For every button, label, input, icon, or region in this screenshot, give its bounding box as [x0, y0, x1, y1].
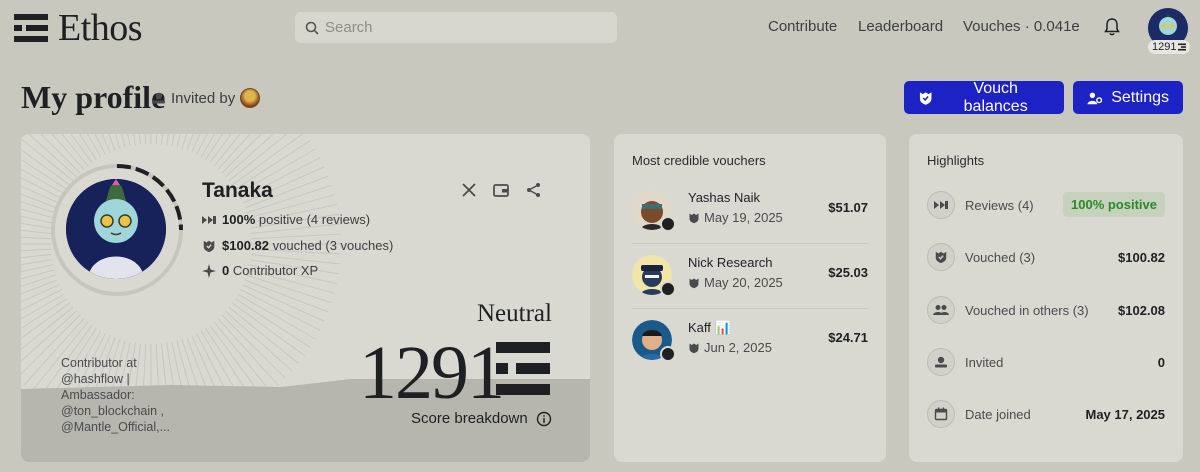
divider [632, 243, 868, 244]
highlights-title: Highlights [927, 153, 985, 168]
divider [632, 308, 868, 309]
share-icon[interactable] [525, 181, 543, 199]
voucher-amount: $51.07 [828, 200, 868, 215]
bell-icon[interactable] [1103, 17, 1121, 37]
reviews-icon [202, 215, 216, 224]
vouch-icon [203, 240, 215, 252]
voucher-date: May 19, 2025 [688, 210, 783, 225]
vouched-stat: $100.82 vouched (3 vouches) [202, 238, 393, 253]
info-icon[interactable] [536, 411, 552, 427]
user-gear-icon [1087, 92, 1103, 104]
voucher-item[interactable]: Kaff 📊 Jun 2, 2025 $24.71 [632, 312, 868, 376]
avatar-image-icon [66, 179, 166, 279]
settings-label: Settings [1111, 88, 1169, 106]
highlight-value: 0 [1157, 355, 1165, 370]
vouched-amount: $100.82 [222, 238, 269, 253]
vouched-text: vouched (3 vouches) [272, 238, 394, 253]
ethos-mark-icon [1178, 43, 1187, 51]
voucher-item[interactable]: Yashas Naik May 19, 2025 $51.07 [632, 182, 868, 246]
voucher-date-text: May 19, 2025 [704, 210, 783, 225]
xp-value: 0 [222, 263, 230, 278]
ethos-mark-icon [14, 14, 48, 42]
highlight-value: May 17, 2025 [1085, 407, 1165, 422]
page-title: My profile [21, 79, 166, 115]
invite-icon [153, 92, 165, 104]
vouch-icon [919, 91, 932, 105]
xp-text: Contributor XP [232, 263, 319, 278]
ethos-logo[interactable]: Ethos [14, 7, 143, 49]
highlight-reviews: Reviews (4) 100% positive [927, 191, 1165, 221]
positive-badge: 100% positive [1063, 192, 1165, 217]
invited-by-label: Invited by [171, 89, 236, 107]
voucher-name: Yashas Naik [688, 190, 761, 205]
profile-avatar[interactable] [66, 179, 166, 279]
highlight-value: $102.08 [1118, 303, 1165, 318]
highlight-invited: Invited 0 [927, 348, 1165, 378]
vouch-icon [689, 278, 699, 288]
wallet-icon[interactable] [492, 181, 510, 199]
voucher-item[interactable]: Nick Research May 20, 2025 $25.03 [632, 247, 868, 311]
voucher-name: Kaff 📊 [688, 320, 731, 335]
credibility-score: 1291 [359, 331, 505, 415]
profile-card: Tanaka 100% positive (4 reviews) $100.82… [21, 134, 590, 462]
review-percent: 100% [222, 212, 256, 227]
invited-by: Invited by [152, 88, 261, 108]
vouch-icon [689, 213, 699, 223]
highlight-value: $100.82 [1118, 250, 1165, 265]
search-input[interactable] [325, 19, 605, 36]
voucher-name: Nick Research [688, 255, 773, 270]
user-score: 1291 [1152, 41, 1177, 53]
inviter-avatar[interactable] [240, 88, 261, 108]
score-breakdown-label: Score breakdown [411, 410, 528, 427]
reviews-icon [927, 191, 955, 219]
search-icon [305, 21, 319, 35]
vouch-balances-label: Vouch balances [963, 79, 1028, 115]
highlight-label: Reviews (4) [965, 198, 1034, 213]
invite-icon [927, 348, 955, 376]
reviews-stat: 100% positive (4 reviews) [202, 212, 370, 227]
vouch-balances-button[interactable]: Vouch balances [904, 79, 1064, 115]
star-burst-icon [202, 263, 216, 278]
settings-button[interactable]: Settings [1073, 81, 1183, 114]
x-twitter-icon[interactable] [460, 181, 478, 199]
vouch-icon [927, 243, 955, 271]
xp-stat: 0 Contributor XP [202, 263, 318, 278]
profile-bio: Contributor at @hashflow | Ambassador: @… [61, 356, 171, 434]
highlight-vouched: Vouched (3) $100.82 [927, 243, 1165, 273]
voucher-date: May 20, 2025 [688, 275, 783, 290]
nav-leaderboard[interactable]: Leaderboard [858, 18, 943, 35]
voucher-date: Jun 2, 2025 [688, 340, 772, 355]
score-level: Neutral [477, 300, 552, 327]
highlight-vouched-others: Vouched in others (3) $102.08 [927, 296, 1165, 326]
highlight-label: Date joined [965, 407, 1031, 422]
profile-name: Tanaka [202, 179, 273, 202]
voucher-date-text: Jun 2, 2025 [704, 340, 772, 355]
user-score-badge: 1291 [1148, 40, 1191, 54]
voucher-badge [660, 216, 676, 232]
vouchers-card: Most credible vouchers Yashas Naik May 1… [614, 134, 886, 462]
voucher-amount: $24.71 [828, 330, 868, 345]
logo-text: Ethos [58, 7, 143, 49]
nav-contribute[interactable]: Contribute [768, 18, 837, 35]
review-text: positive (4 reviews) [258, 212, 371, 227]
highlight-label: Vouched in others (3) [965, 303, 1089, 318]
vouch-icon [689, 343, 699, 353]
voucher-date-text: May 20, 2025 [704, 275, 783, 290]
highlights-card: Highlights Reviews (4) 100% positive Vou… [909, 134, 1183, 462]
highlight-label: Vouched (3) [965, 250, 1036, 265]
people-icon [927, 296, 955, 324]
voucher-badge [660, 346, 676, 362]
vouchers-title: Most credible vouchers [632, 153, 766, 168]
score-breakdown[interactable]: Score breakdown [411, 410, 552, 427]
calendar-icon [927, 400, 955, 428]
voucher-badge [660, 281, 676, 297]
highlight-date-joined: Date joined May 17, 2025 [927, 400, 1165, 430]
search-bar[interactable] [295, 12, 617, 43]
nav-vouches[interactable]: Vouches · 0.041e [963, 18, 1080, 35]
highlight-label: Invited [965, 355, 1004, 370]
voucher-amount: $25.03 [828, 265, 868, 280]
ethos-mark-icon [496, 342, 550, 395]
